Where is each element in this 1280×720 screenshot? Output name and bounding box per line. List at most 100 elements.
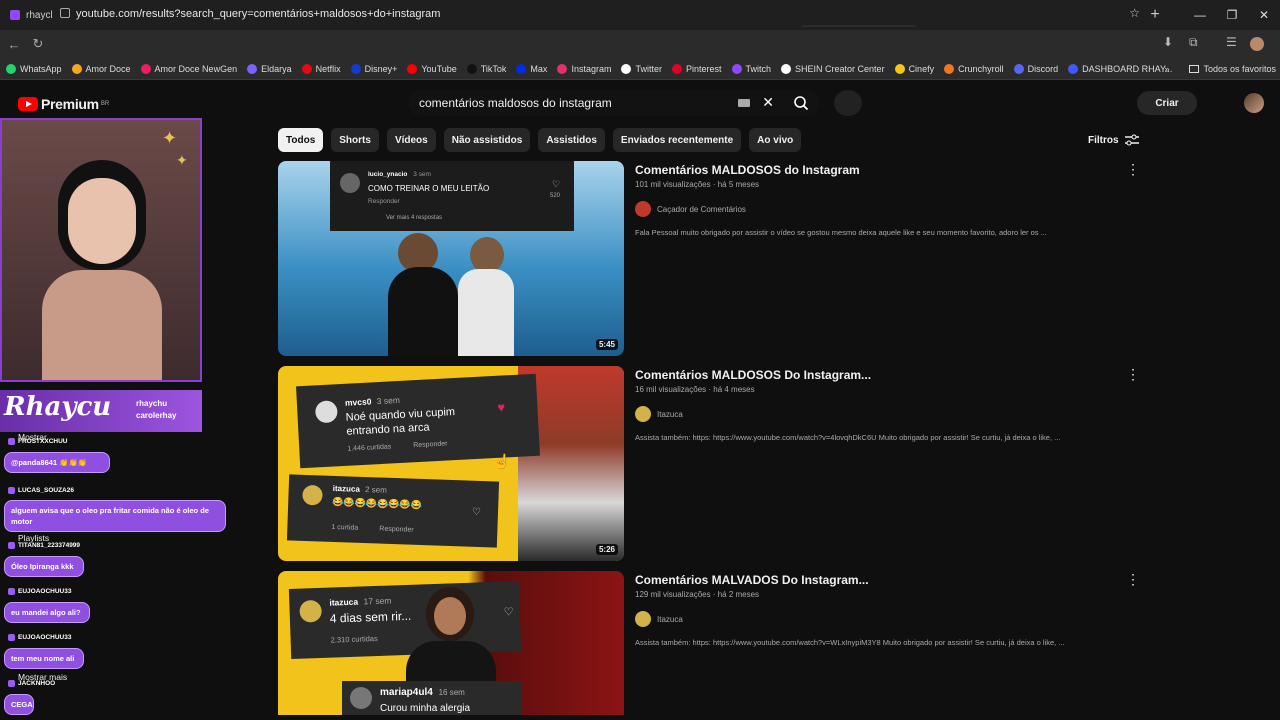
thumbnail-people — [388, 233, 514, 356]
channel-name: Itazuca — [657, 409, 683, 419]
back-icon[interactable]: ← — [2, 37, 26, 52]
bookmark-link[interactable]: Amor Doce — [71, 63, 131, 74]
more-options-icon[interactable]: ⋮ — [1126, 571, 1140, 588]
video-thumbnail[interactable]: mvcs0 3 sem Noé quando viu cupim entrand… — [278, 366, 624, 561]
bookmark-label: Cinefy — [908, 63, 935, 74]
filter-chip[interactable]: Todos — [278, 128, 324, 152]
voice-search-button[interactable] — [834, 90, 862, 116]
bookmark-label: DASHBOARD RHAY... — [1082, 63, 1173, 74]
bookmark-link[interactable]: Cinefy — [894, 63, 935, 74]
bookmark-link[interactable]: Max — [516, 63, 548, 74]
instagram-handle: rhaychu — [136, 399, 168, 408]
streamer-name: Rhaycu — [4, 392, 112, 422]
avatar[interactable] — [1244, 93, 1264, 113]
browser-profile-avatar[interactable] — [1250, 37, 1264, 51]
video-result[interactable]: lucio_ynacio 3 sem COMO TREINAR O MEU LE… — [278, 161, 1148, 356]
bookmark-link[interactable]: DASHBOARD RHAY... — [1068, 63, 1173, 74]
bookmark-label: WhatsApp — [20, 63, 62, 74]
bookmark-link[interactable]: TikTok — [466, 63, 507, 74]
filter-chip[interactable]: Vídeos — [386, 128, 436, 152]
bookmark-star-icon[interactable]: ☆ — [1129, 6, 1140, 20]
comment-user: mvcs0 3 sem — [345, 395, 400, 408]
bookmark-link[interactable]: Eldarya — [247, 63, 292, 74]
more-options-icon[interactable]: ⋮ — [1126, 366, 1140, 383]
bookmark-link[interactable]: SHEIN Creator Center — [781, 63, 885, 74]
channel-link[interactable]: Caçador de Comentários — [635, 201, 746, 217]
star-icon: ✦ — [162, 128, 178, 148]
video-thumbnail[interactable]: lucio_ynacio 3 sem COMO TREINAR O MEU LE… — [278, 161, 624, 356]
bookmarks-more-icon[interactable]: » — [1164, 64, 1169, 74]
bookmark-link[interactable]: Amor Doce NewGen — [140, 63, 237, 74]
social-handles: rhaychu carolerhay — [136, 398, 176, 422]
video-title[interactable]: Comentários MALDOSOS Do Instagram... — [635, 368, 871, 382]
bookmark-favicon-icon — [731, 63, 742, 74]
bookmark-label: Max — [530, 63, 548, 74]
bookmark-link[interactable]: Discord — [1013, 63, 1058, 74]
twitter-handle: carolerhay — [136, 411, 177, 420]
bookmark-favicon-icon — [894, 63, 905, 74]
bookmark-label: Instagram — [571, 63, 612, 74]
bookmark-link[interactable]: Pinterest — [671, 63, 722, 74]
bookmark-link[interactable]: Netflix — [301, 63, 341, 74]
bookmark-label: TikTok — [480, 63, 507, 74]
filter-chip[interactable]: Ao vivo — [749, 128, 802, 152]
more-options-icon[interactable]: ⋮ — [1126, 161, 1140, 178]
bookmark-link[interactable]: Twitch — [731, 63, 772, 74]
bookmark-link[interactable]: Twitter — [621, 63, 662, 74]
filter-chip[interactable]: Não assistidos — [443, 128, 531, 152]
channel-link[interactable]: Itazuca — [635, 611, 683, 627]
all-bookmarks-link[interactable]: Todos os favoritos — [1203, 64, 1276, 74]
video-thumbnail[interactable]: itazuca 17 sem 4 dias sem rir... 2.310 c… — [278, 571, 624, 715]
filter-chip[interactable]: Assistidos — [538, 128, 605, 152]
site-info-icon[interactable] — [60, 8, 70, 18]
chat-message: tem meu nome ali — [4, 648, 84, 669]
bookmark-label: Crunchyroll — [958, 63, 1004, 74]
url-field[interactable]: youtube.com/results?search_query=comentá… — [52, 3, 1148, 25]
reload-icon[interactable]: ↻ — [26, 36, 50, 52]
channel-link[interactable]: Itazuca — [635, 406, 683, 422]
mouse-cursor-icon: ☝ — [493, 453, 511, 469]
bookmark-link[interactable]: Instagram — [557, 63, 612, 74]
filter-chip[interactable]: Enviados recentemente — [612, 128, 742, 152]
filters-label: Filtros — [1088, 134, 1119, 146]
chat-username-text: LUCAS_SOUZA26 — [18, 487, 74, 494]
filters-button[interactable]: Filtros — [1088, 134, 1139, 146]
video-result[interactable]: itazuca 17 sem 4 dias sem rir... 2.310 c… — [278, 571, 1148, 715]
keyboard-icon[interactable] — [738, 99, 750, 107]
bookmark-link[interactable]: WhatsApp — [6, 63, 62, 74]
url-text: youtube.com/results?search_query=comentá… — [76, 8, 441, 20]
bookmark-link[interactable]: Disney+ — [350, 63, 398, 74]
filter-chips: Todos Shorts Vídeos Não assistidos Assistido… — [278, 128, 802, 152]
video-title[interactable]: Comentários MALDOSOS do Instagram — [635, 163, 860, 177]
cast-icon[interactable]: ☰ — [1226, 35, 1237, 49]
video-description: Assista também: https: https://www.youtu… — [635, 433, 1061, 442]
bookmark-label: Twitch — [745, 63, 772, 74]
search-input[interactable]: comentários maldosos do instagram ✕ — [408, 90, 782, 116]
sub-badge-icon — [8, 438, 15, 445]
minimize-icon[interactable]: — — [1184, 8, 1216, 22]
video-result[interactable]: mvcs0 3 sem Noé quando viu cupim entrand… — [278, 366, 1148, 561]
create-button[interactable]: Criar — [1137, 91, 1197, 115]
bookmark-link[interactable]: YouTube — [407, 63, 457, 74]
search-button[interactable] — [782, 90, 820, 116]
youtube-premium-logo[interactable]: Premium BR — [18, 96, 109, 112]
video-duration: 5:45 — [595, 339, 618, 350]
comment-likes: 1 curtida — [331, 523, 359, 532]
extensions-icon[interactable]: ⧉ — [1189, 35, 1198, 50]
chat-username-text: EUJOAOCHUU33 — [18, 588, 72, 595]
bookmark-favicon-icon — [6, 63, 16, 74]
bookmark-link[interactable]: Crunchyroll — [944, 63, 1004, 74]
chat-username: EUJOAOCHUU33 — [8, 634, 71, 641]
comment-time: 16 sem — [438, 688, 465, 697]
chat-message: alguem avisa que o oleo pra fritar comid… — [4, 500, 226, 532]
bookmark-favicon-icon — [557, 63, 568, 74]
clear-search-icon[interactable]: ✕ — [762, 94, 774, 111]
bookmark-favicon-icon — [516, 63, 527, 74]
download-icon[interactable]: ⬇ — [1163, 35, 1173, 49]
filter-chip[interactable]: Shorts — [331, 128, 379, 152]
bookmark-label: Disney+ — [364, 63, 398, 74]
video-title[interactable]: Comentários MALVADOS Do Instagram... — [635, 573, 869, 587]
restore-icon[interactable]: ❐ — [1216, 8, 1248, 22]
close-window-icon[interactable]: ✕ — [1248, 8, 1280, 22]
channel-name: Caçador de Comentários — [657, 204, 746, 214]
